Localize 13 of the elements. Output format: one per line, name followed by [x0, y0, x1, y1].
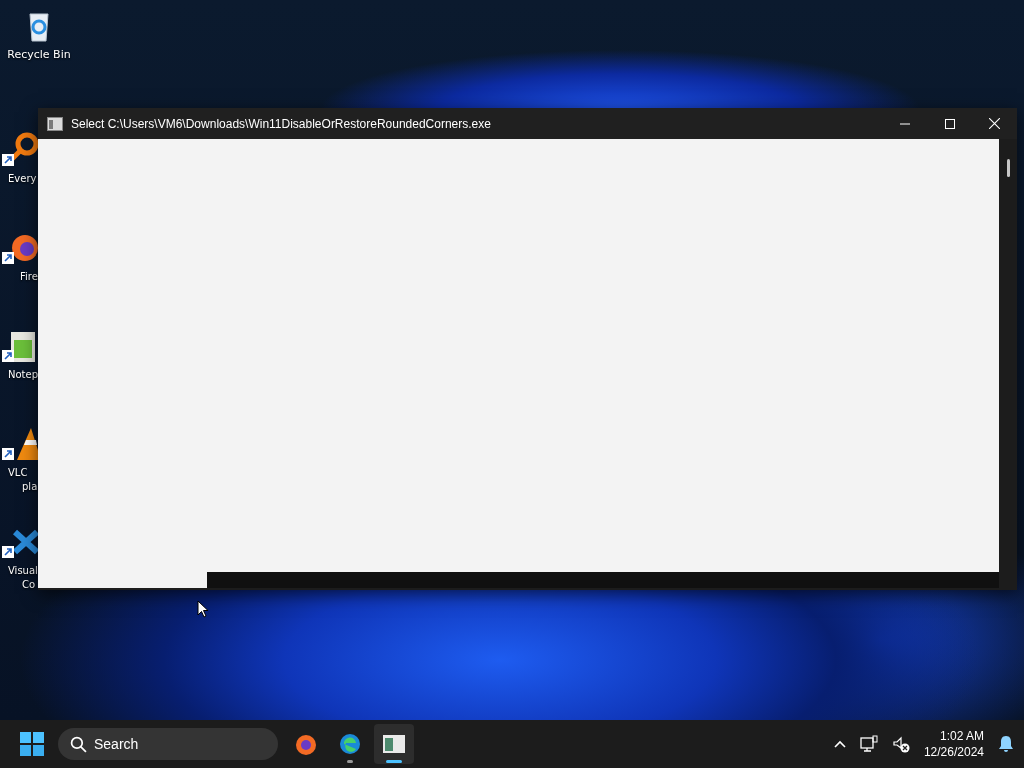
desktop-icon-label: Co: [21, 578, 36, 592]
desktop-icon-label: pla: [21, 480, 38, 494]
desktop-icon-label: Recycle Bin: [7, 48, 71, 62]
clock-time: 1:02 AM: [939, 728, 984, 744]
desktop-icon-label: Every: [7, 172, 37, 186]
search-field[interactable]: Search: [58, 728, 278, 760]
desktop-icon-label: Notep: [7, 368, 39, 382]
desktop-icon-label: Fire: [19, 270, 38, 284]
desktop-icon-label: Visual: [7, 564, 38, 578]
clock[interactable]: 1:02 AM 12/26/2024: [923, 728, 984, 760]
window-title: Select C:\Users\VM6\Downloads\Win11DisableOrRestoreRoundedCorners.exe: [71, 116, 491, 131]
clock-date: 12/26/2024: [923, 744, 984, 760]
desktop-icon-label: VLC: [7, 466, 28, 480]
